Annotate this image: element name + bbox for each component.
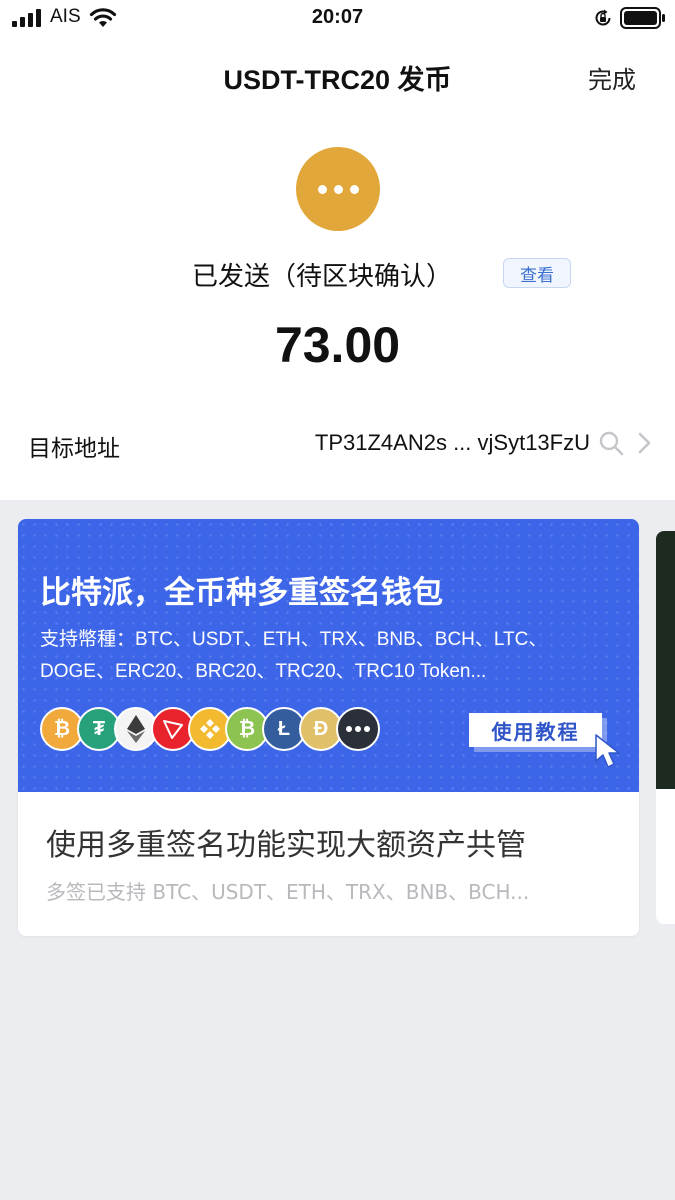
clock: 20:07 (311, 6, 364, 28)
banner-supported-coins-line1: 支持幣種：BTC、USDT、ETH、TRX、BNB、BCH、LTC、 (40, 629, 548, 650)
transaction-status-text: 已发送（待区块确认） (192, 262, 453, 292)
target-address-label: 目标地址 (28, 436, 120, 462)
pending-status-icon (296, 147, 380, 231)
card-title: 使用多重签名功能实现大额资产共管 (46, 828, 526, 863)
coin-icons-row: ₿ ₮ ₿ Ł Ð (40, 707, 400, 751)
next-card-banner (656, 531, 675, 789)
done-button[interactable]: 完成 (588, 60, 636, 95)
chevron-right-icon[interactable] (637, 431, 653, 455)
search-icon[interactable] (598, 430, 624, 456)
more-icon (336, 707, 380, 751)
page-title: USDT-TRC20 发币 (223, 65, 452, 95)
banner-supported-coins-line2: DOGE、ERC20、BRC20、TRC20、TRC10 Token... (40, 661, 487, 682)
card-subtitle: 多签已支持 BTC、USDT、ETH、TRX、BNB、BCH... (46, 880, 530, 904)
transaction-amount: 73.00 (274, 317, 401, 373)
multisig-promo-card[interactable]: 比特派，全币种多重签名钱包 支持幣種：BTC、USDT、ETH、TRX、BNB、… (18, 519, 639, 936)
battery-icon (620, 7, 665, 29)
cursor-pointer-icon (595, 734, 620, 768)
orientation-lock-icon (595, 9, 611, 26)
banner-title: 比特派，全币种多重签名钱包 (40, 575, 443, 611)
view-transaction-button[interactable]: 查看 (503, 258, 571, 288)
tutorial-button[interactable]: 使用教程 (469, 713, 602, 747)
promo-banner[interactable]: 比特派，全币种多重签名钱包 支持幣種：BTC、USDT、ETH、TRX、BNB、… (18, 519, 639, 792)
next-promo-card-peek[interactable] (656, 531, 675, 924)
status-bar: AIS 20:07 (0, 0, 675, 40)
target-address-value[interactable]: TP31Z4AN2s ... vjSyt13FzU (315, 430, 590, 456)
